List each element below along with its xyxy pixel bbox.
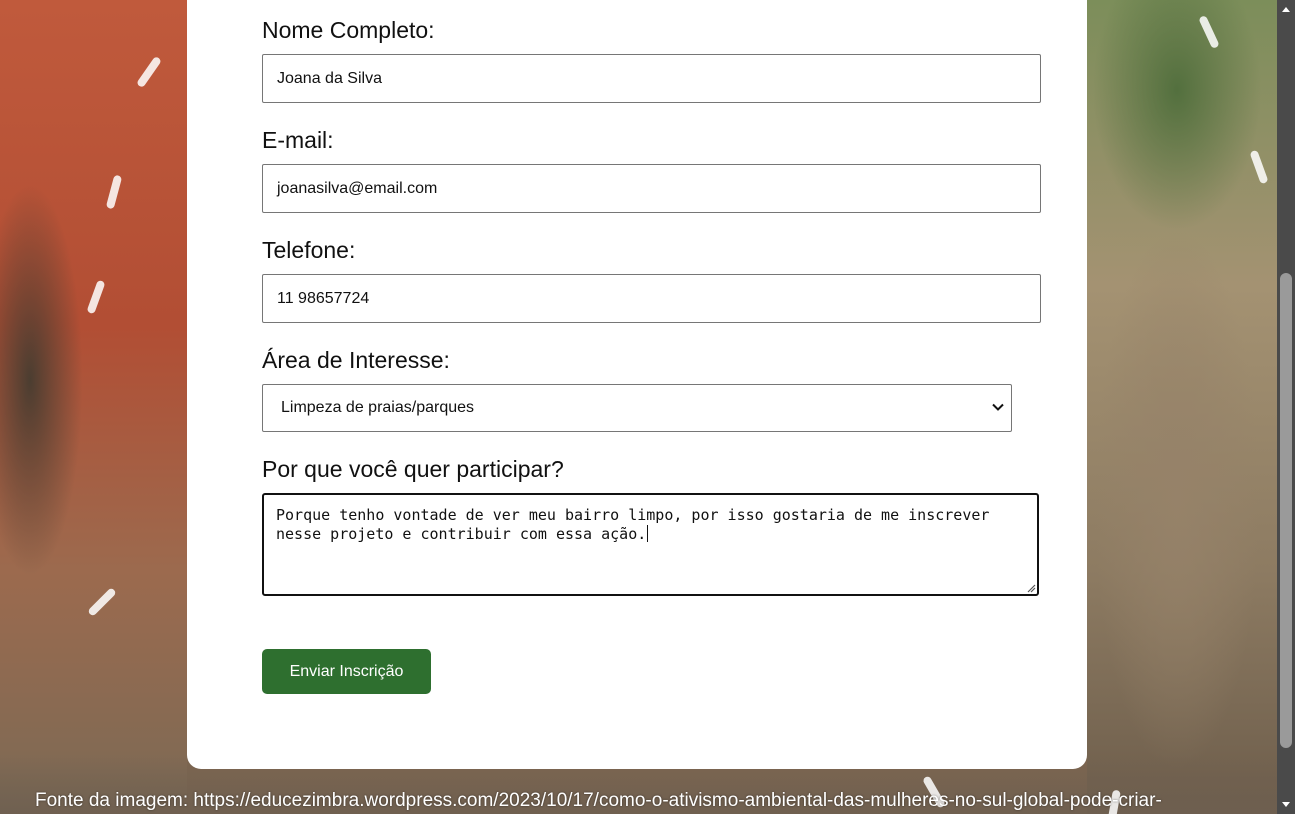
reason-textarea[interactable]: Porque tenho vontade de ver meu bairro l… — [262, 493, 1039, 596]
image-credit: Fonte da imagem: https://educezimbra.wor… — [35, 790, 1162, 811]
chevron-down-icon — [992, 403, 1004, 411]
email-input[interactable]: joanasilva@email.com — [262, 164, 1041, 213]
interest-select[interactable]: Limpeza de praias/parques — [262, 384, 1012, 432]
text-caret — [647, 525, 649, 542]
background-photo-right — [1087, 0, 1277, 814]
arrow-up-icon[interactable] — [1277, 0, 1295, 18]
resize-grip-icon[interactable] — [1026, 583, 1036, 593]
interest-selected-value: Limpeza de praias/parques — [281, 399, 475, 416]
arrow-down-icon[interactable] — [1277, 796, 1295, 814]
reason-text: Porque tenho vontade de ver meu bairro l… — [276, 506, 990, 543]
scrollbar-thumb[interactable] — [1280, 273, 1292, 748]
reason-label: Por que você quer participar? — [262, 456, 564, 482]
name-input[interactable]: Joana da Silva — [262, 54, 1041, 103]
interest-label: Área de Interesse: — [262, 347, 450, 373]
submit-button[interactable]: Enviar Inscrição — [262, 649, 431, 694]
page-scrollbar[interactable] — [1277, 0, 1295, 814]
email-label: E-mail: — [262, 127, 334, 153]
phone-label: Telefone: — [262, 237, 356, 263]
phone-input[interactable]: 11 98657724 — [262, 274, 1041, 323]
background-photo-left — [0, 0, 187, 814]
name-label: Nome Completo: — [262, 17, 435, 43]
